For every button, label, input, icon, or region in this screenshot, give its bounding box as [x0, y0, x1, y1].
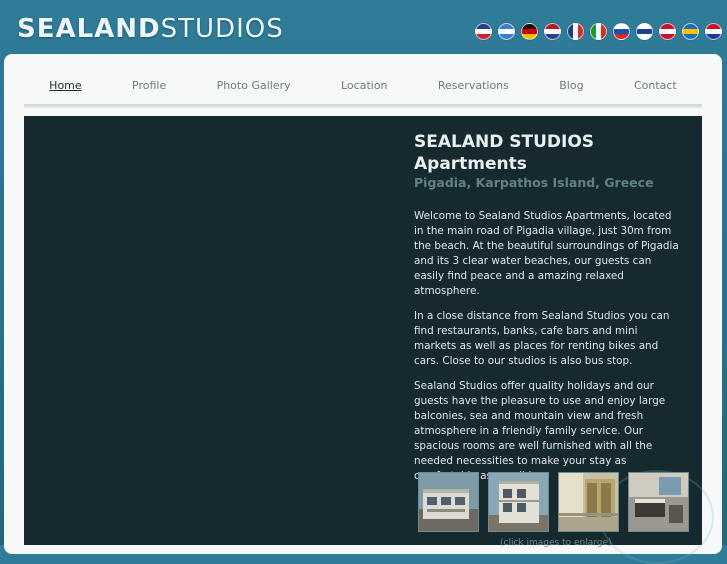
nav-divider	[24, 104, 702, 108]
building-photo-1[interactable]	[418, 472, 479, 532]
page-title: SEALAND STUDIOS Apartments	[414, 132, 595, 174]
nav-blog[interactable]: Blog	[555, 79, 587, 92]
germany-flag-icon[interactable]	[521, 23, 538, 40]
italy-flag-icon[interactable]	[590, 23, 607, 40]
page-subtitle: Pigadia, Karpathos Island, Greece	[414, 175, 654, 190]
photo-thumbnails	[418, 472, 689, 532]
nav-reservations[interactable]: Reservations	[434, 79, 513, 92]
room-photo[interactable]	[628, 472, 689, 532]
main-nav: Home Profile Photo Gallery Location Rese…	[24, 72, 702, 98]
france-flag-icon[interactable]	[567, 23, 584, 40]
nav-location[interactable]: Location	[337, 79, 392, 92]
russia-flag-icon[interactable]	[613, 23, 630, 40]
balcony-photo[interactable]	[558, 472, 619, 532]
language-flags	[475, 23, 722, 40]
nav-profile[interactable]: Profile	[128, 79, 170, 92]
norway-flag-icon[interactable]	[705, 23, 722, 40]
intro-text: SEALAND STUDIOS Apartments Pigadia, Karp…	[414, 131, 682, 494]
logo-text-bold: SEALAND	[17, 14, 161, 44]
sweden-flag-icon[interactable]	[682, 23, 699, 40]
greece-flag-icon[interactable]	[498, 23, 515, 40]
finland-flag-icon[interactable]	[636, 23, 653, 40]
nav-photo-gallery[interactable]: Photo Gallery	[213, 79, 295, 92]
intro-paragraph-1: Welcome to Sealand Studios Apartments, l…	[414, 210, 679, 297]
thumbnail-caption: (click images to enlarge)	[500, 538, 612, 548]
intro-paragraph-2: In a close distance from Sealand Studios…	[414, 310, 670, 367]
nav-home[interactable]: Home	[45, 79, 85, 92]
logo-text-light: STUDIOS	[160, 14, 284, 44]
building-photo-2[interactable]	[488, 472, 549, 532]
nav-contact[interactable]: Contact	[630, 79, 681, 92]
denmark-flag-icon[interactable]	[659, 23, 676, 40]
intro-paragraph-3: Sealand Studios offer quality holidays a…	[414, 380, 666, 482]
site-logo[interactable]: SEALANDSTUDIOS	[17, 14, 284, 44]
uk-flag-icon[interactable]	[475, 23, 492, 40]
netherlands-flag-icon[interactable]	[544, 23, 561, 40]
